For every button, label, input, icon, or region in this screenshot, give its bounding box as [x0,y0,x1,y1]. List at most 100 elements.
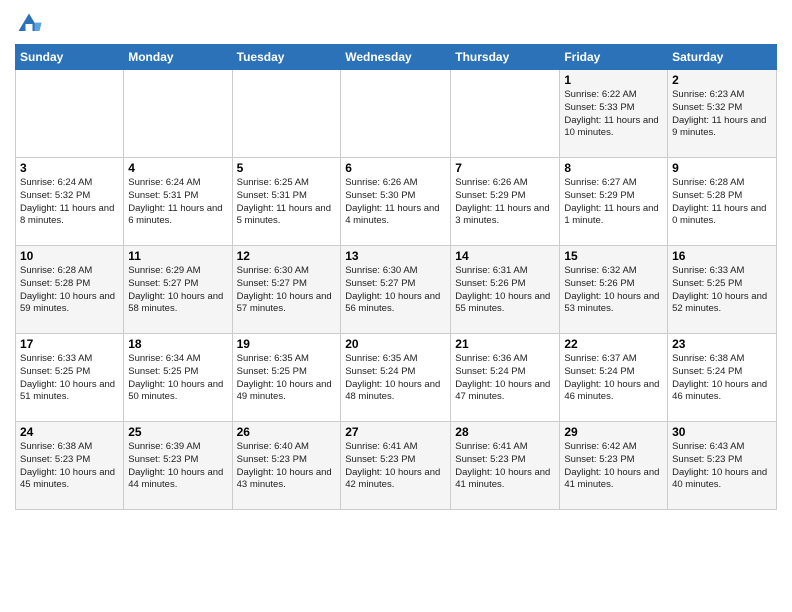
day-number: 13 [345,249,446,263]
calendar-cell: 23 Sunrise: 6:38 AM Sunset: 5:24 PM Dayli… [668,334,777,422]
cell-content: Sunrise: 6:33 AM Sunset: 5:25 PM Dayligh… [20,353,119,404]
day-number: 11 [128,249,227,263]
cell-content: Sunrise: 6:29 AM Sunset: 5:27 PM Dayligh… [128,265,227,316]
day-number: 14 [455,249,555,263]
calendar-cell: 5Sunrise: 6:25 AM Sunset: 5:31 PM Daylig… [232,158,341,246]
header-row [15,10,777,38]
day-number: 6 [345,161,446,175]
header-friday: Friday [560,45,668,70]
day-number: 19 [237,337,337,351]
calendar-cell: 19 Sunrise: 6:35 AM Sunset: 5:25 PM Dayli… [232,334,341,422]
day-number: 26 [237,425,337,439]
cell-content: Sunrise: 6:40 AM Sunset: 5:23 PM Dayligh… [237,441,337,492]
calendar-cell: 6 Sunrise: 6:26 AM Sunset: 5:30 PM Daylig… [341,158,451,246]
calendar-cell [124,70,232,158]
day-number: 21 [455,337,555,351]
calendar-cell: 3 Sunrise: 6:24 AM Sunset: 5:32 PM Daylig… [16,158,124,246]
calendar-cell: 18 Sunrise: 6:34 AM Sunset: 5:25 PM Dayli… [124,334,232,422]
calendar-cell: 2 Sunrise: 6:23 AM Sunset: 5:32 PM Daylig… [668,70,777,158]
header-thursday: Thursday [451,45,560,70]
calendar-cell: 22 Sunrise: 6:37 AM Sunset: 5:24 PM Dayli… [560,334,668,422]
calendar-cell: 9 Sunrise: 6:28 AM Sunset: 5:28 PM Daylig… [668,158,777,246]
day-number: 27 [345,425,446,439]
day-number: 22 [564,337,663,351]
day-number: 2 [672,73,772,87]
day-number: 9 [672,161,772,175]
calendar-cell: 12 Sunrise: 6:30 AM Sunset: 5:27 PM Dayli… [232,246,341,334]
cell-content: Sunrise: 6:24 AM Sunset: 5:31 PM Dayligh… [128,177,227,228]
day-number: 20 [345,337,446,351]
cell-content: Sunrise: 6:27 AM Sunset: 5:29 PM Dayligh… [564,177,663,228]
calendar-cell: 7 Sunrise: 6:26 AM Sunset: 5:29 PM Daylig… [451,158,560,246]
cell-content: Sunrise: 6:36 AM Sunset: 5:24 PM Dayligh… [455,353,555,404]
cell-content: Sunrise: 6:22 AM Sunset: 5:33 PM Dayligh… [564,89,663,140]
day-number: 7 [455,161,555,175]
calendar-cell: 25 Sunrise: 6:39 AM Sunset: 5:23 PM Dayli… [124,422,232,510]
logo-icon [15,10,43,38]
cell-content: Sunrise: 6:38 AM Sunset: 5:24 PM Dayligh… [672,353,772,404]
day-number: 1 [564,73,663,87]
cell-content: Sunrise: 6:41 AM Sunset: 5:23 PM Dayligh… [455,441,555,492]
calendar-cell [341,70,451,158]
header-wednesday: Wednesday [341,45,451,70]
cell-content: Sunrise: 6:35 AM Sunset: 5:25 PM Dayligh… [237,353,337,404]
header-saturday: Saturday [668,45,777,70]
calendar-cell [451,70,560,158]
day-number: 8 [564,161,663,175]
header-tuesday: Tuesday [232,45,341,70]
calendar-cell: 27 Sunrise: 6:41 AM Sunset: 5:23 PM Dayli… [341,422,451,510]
calendar-header: SundayMondayTuesdayWednesdayThursdayFrid… [16,45,777,70]
day-number: 16 [672,249,772,263]
cell-content: Sunrise: 6:33 AM Sunset: 5:25 PM Dayligh… [672,265,772,316]
cell-content: Sunrise: 6:26 AM Sunset: 5:29 PM Dayligh… [455,177,555,228]
calendar-body: 1 Sunrise: 6:22 AM Sunset: 5:33 PM Daylig… [16,70,777,510]
cell-content: Sunrise: 6:32 AM Sunset: 5:26 PM Dayligh… [564,265,663,316]
cell-content: Sunrise: 6:25 AM Sunset: 5:31 PM Dayligh… [237,177,337,228]
calendar-cell: 14Sunrise: 6:31 AM Sunset: 5:26 PM Dayli… [451,246,560,334]
cell-content: Sunrise: 6:30 AM Sunset: 5:27 PM Dayligh… [345,265,446,316]
cell-content: Sunrise: 6:28 AM Sunset: 5:28 PM Dayligh… [672,177,772,228]
calendar-table: SundayMondayTuesdayWednesdayThursdayFrid… [15,44,777,510]
header-row-days: SundayMondayTuesdayWednesdayThursdayFrid… [16,45,777,70]
day-number: 23 [672,337,772,351]
cell-content: Sunrise: 6:38 AM Sunset: 5:23 PM Dayligh… [20,441,119,492]
calendar-cell: 16 Sunrise: 6:33 AM Sunset: 5:25 PM Dayli… [668,246,777,334]
cell-content: Sunrise: 6:23 AM Sunset: 5:32 PM Dayligh… [672,89,772,140]
calendar-cell [232,70,341,158]
calendar-cell: 10 Sunrise: 6:28 AM Sunset: 5:28 PM Dayli… [16,246,124,334]
day-number: 3 [20,161,119,175]
cell-content: Sunrise: 6:34 AM Sunset: 5:25 PM Dayligh… [128,353,227,404]
week-row-1: 3 Sunrise: 6:24 AM Sunset: 5:32 PM Daylig… [16,158,777,246]
calendar-cell: 20Sunrise: 6:35 AM Sunset: 5:24 PM Dayli… [341,334,451,422]
day-number: 25 [128,425,227,439]
day-number: 17 [20,337,119,351]
calendar-cell: 8 Sunrise: 6:27 AM Sunset: 5:29 PM Daylig… [560,158,668,246]
calendar-cell: 21 Sunrise: 6:36 AM Sunset: 5:24 PM Dayli… [451,334,560,422]
calendar-cell: 24 Sunrise: 6:38 AM Sunset: 5:23 PM Dayli… [16,422,124,510]
calendar-cell: 26 Sunrise: 6:40 AM Sunset: 5:23 PM Dayli… [232,422,341,510]
day-number: 29 [564,425,663,439]
day-number: 12 [237,249,337,263]
day-number: 15 [564,249,663,263]
cell-content: Sunrise: 6:43 AM Sunset: 5:23 PM Dayligh… [672,441,772,492]
day-number: 18 [128,337,227,351]
header-sunday: Sunday [16,45,124,70]
calendar-cell: 11 Sunrise: 6:29 AM Sunset: 5:27 PM Dayli… [124,246,232,334]
cell-content: Sunrise: 6:42 AM Sunset: 5:23 PM Dayligh… [564,441,663,492]
cell-content: Sunrise: 6:30 AM Sunset: 5:27 PM Dayligh… [237,265,337,316]
calendar-cell [16,70,124,158]
cell-content: Sunrise: 6:39 AM Sunset: 5:23 PM Dayligh… [128,441,227,492]
cell-content: Sunrise: 6:37 AM Sunset: 5:24 PM Dayligh… [564,353,663,404]
day-number: 28 [455,425,555,439]
week-row-2: 10 Sunrise: 6:28 AM Sunset: 5:28 PM Dayli… [16,246,777,334]
day-number: 24 [20,425,119,439]
page-container: SundayMondayTuesdayWednesdayThursdayFrid… [0,0,792,520]
week-row-3: 17 Sunrise: 6:33 AM Sunset: 5:25 PM Dayli… [16,334,777,422]
calendar-cell: 28 Sunrise: 6:41 AM Sunset: 5:23 PM Dayli… [451,422,560,510]
cell-content: Sunrise: 6:26 AM Sunset: 5:30 PM Dayligh… [345,177,446,228]
day-number: 10 [20,249,119,263]
cell-content: Sunrise: 6:28 AM Sunset: 5:28 PM Dayligh… [20,265,119,316]
cell-content: Sunrise: 6:24 AM Sunset: 5:32 PM Dayligh… [20,177,119,228]
week-row-4: 24 Sunrise: 6:38 AM Sunset: 5:23 PM Dayli… [16,422,777,510]
cell-content: Sunrise: 6:41 AM Sunset: 5:23 PM Dayligh… [345,441,446,492]
